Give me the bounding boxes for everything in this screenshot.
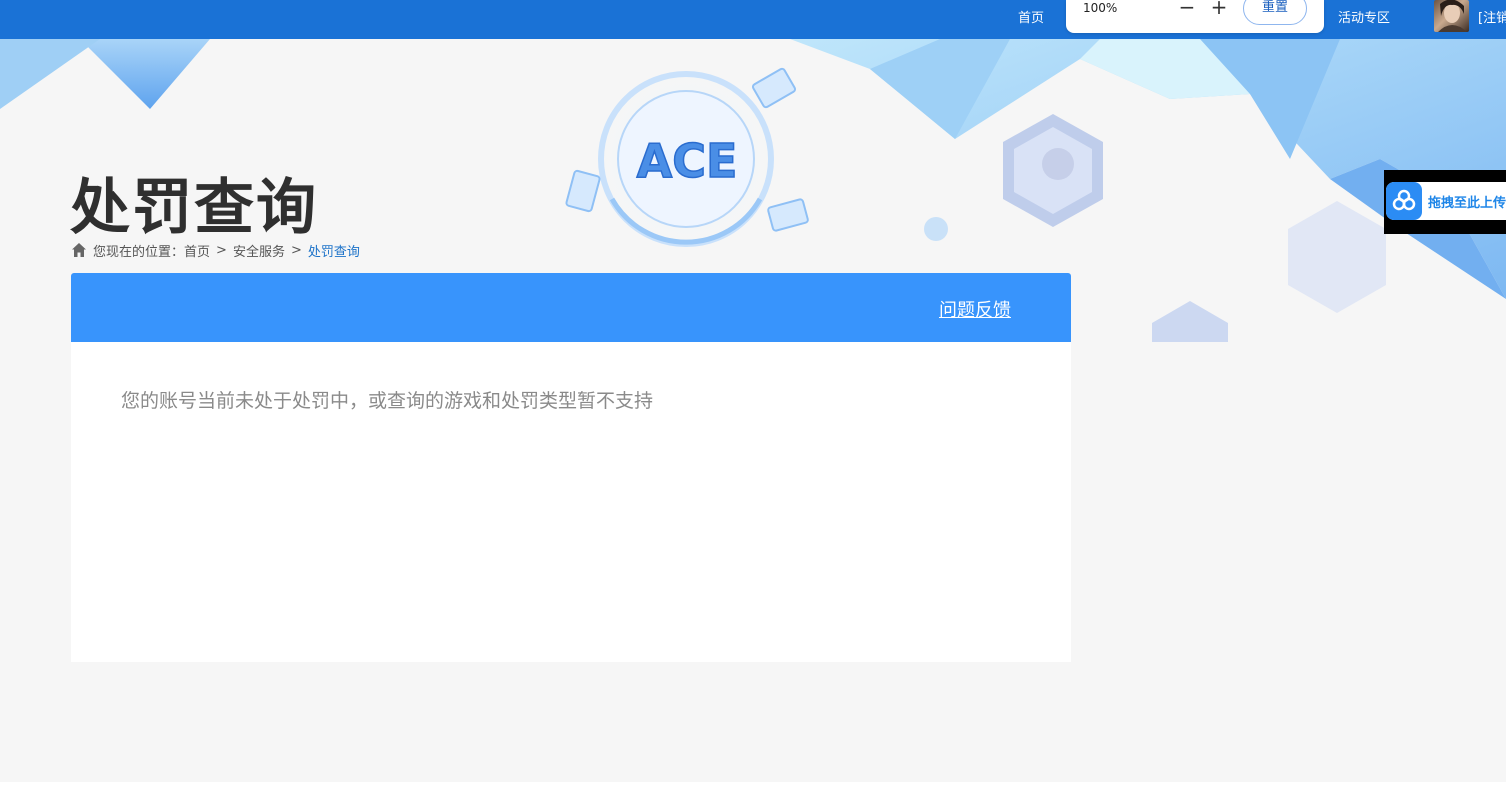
result-card-header: 问题反馈 [71, 273, 1071, 342]
result-card-body: 您的账号当前未处于处罚中，或查询的游戏和处罚类型暂不支持 [71, 342, 1071, 662]
breadcrumb-security-service[interactable]: 安全服务 [233, 241, 285, 260]
zoom-reset-label: 重置 [1261, 0, 1288, 15]
top-navbar: 首页 100% − + 重置 活动专区 [注销] [0, 0, 1506, 39]
drag-upload-button[interactable]: 拖拽至此上传 [1386, 182, 1506, 220]
feedback-link[interactable]: 问题反馈 [939, 296, 1011, 322]
logout-link[interactable]: [注销] [1478, 7, 1506, 26]
zoom-popup: 100% − + 重置 [1066, 0, 1324, 33]
nav-home-link[interactable]: 首页 [1018, 7, 1044, 26]
breadcrumb: 您现在的位置： 首页 > 安全服务 > 处罚查询 [71, 240, 360, 260]
ace-logo-text: ACE [637, 134, 738, 188]
breadcrumb-separator: > [290, 242, 302, 258]
page-title: 处罚查询 [70, 173, 318, 243]
result-message: 您的账号当前未处于处罚中，或查询的游戏和处罚类型暂不支持 [121, 390, 654, 412]
upload-widget: 拖拽至此上传 [1384, 170, 1506, 234]
ace-logo: ACE [636, 133, 738, 189]
upload-label: 拖拽至此上传 [1428, 196, 1506, 211]
zoom-level: 100% [1083, 1, 1118, 15]
page-footer [0, 782, 1506, 804]
breadcrumb-current: 处罚查询 [307, 244, 360, 260]
zoom-reset-button[interactable]: 重置 [1243, 0, 1307, 25]
home-icon [72, 243, 86, 257]
breadcrumb-home[interactable]: 首页 [184, 241, 210, 260]
zoom-in-button[interactable]: + [1209, 0, 1229, 19]
avatar[interactable] [1434, 0, 1469, 32]
breadcrumb-prefix: 您现在的位置： [93, 244, 185, 260]
nav-activity-link[interactable]: 活动专区 [1338, 7, 1390, 26]
breadcrumb-separator: > [216, 242, 227, 258]
zoom-out-button[interactable]: − [1177, 0, 1197, 19]
cloud-upload-icon [1386, 182, 1422, 220]
